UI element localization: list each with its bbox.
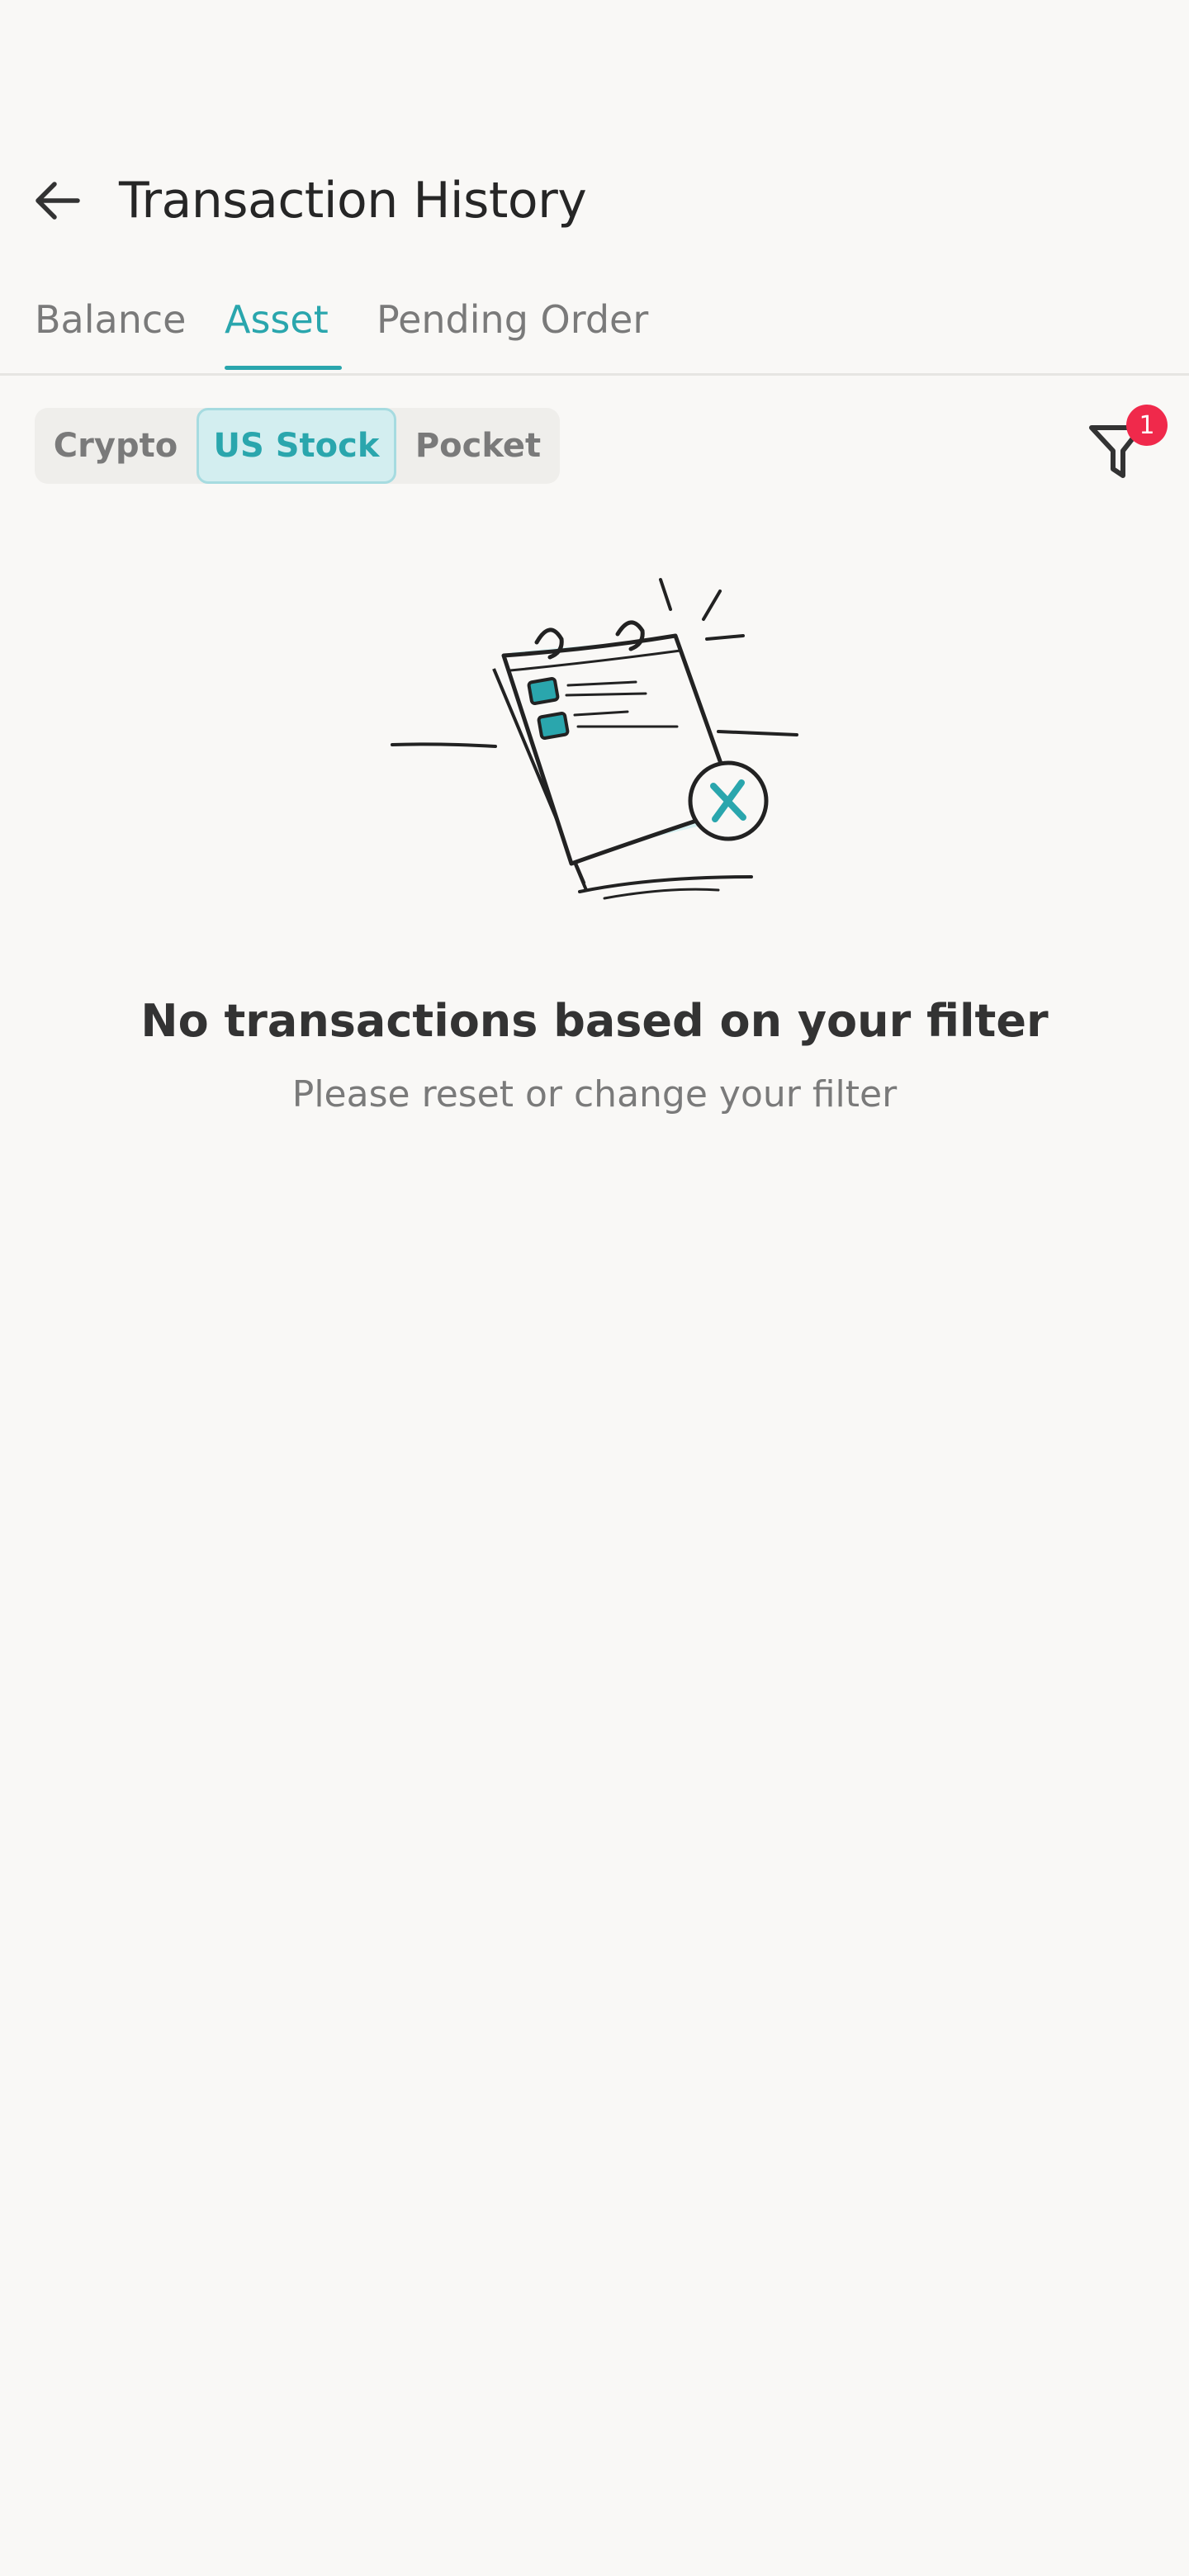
tab-pending-order[interactable]: Pending Order <box>377 297 648 342</box>
empty-state-title: No transactions based on your filter <box>140 995 1049 1047</box>
cancelled-calendar-illustration <box>388 570 801 900</box>
arrow-left-icon <box>31 174 84 230</box>
app-header: Transaction History <box>0 149 1189 256</box>
segment-us-stock[interactable]: US Stock <box>197 408 396 484</box>
active-tab-indicator <box>225 366 342 370</box>
segment-crypto[interactable]: Crypto <box>35 408 197 484</box>
tab-asset[interactable]: Asset <box>225 297 329 342</box>
segment-pocket[interactable]: Pocket <box>396 408 560 484</box>
back-button[interactable] <box>25 173 91 231</box>
filter-count-badge: 1 <box>1126 405 1168 446</box>
tab-bar: Balance Asset Pending Order <box>0 289 1189 376</box>
tab-balance[interactable]: Balance <box>35 297 186 342</box>
asset-type-segmented-control: Crypto US Stock Pocket <box>35 408 560 484</box>
filter-button[interactable]: 1 <box>1082 405 1172 487</box>
empty-state-subtitle: Please reset or change your filter <box>291 1073 898 1115</box>
page-title: Transaction History <box>119 172 587 230</box>
